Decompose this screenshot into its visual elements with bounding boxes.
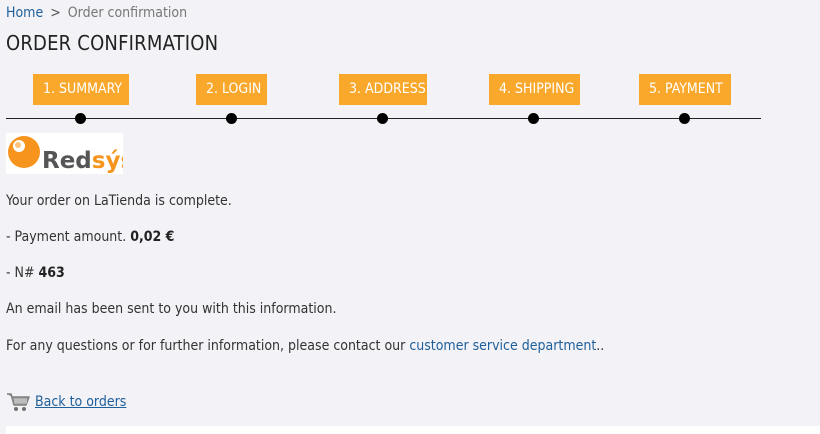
order-number-line: - N# 463 <box>6 265 65 281</box>
order-number-value: 463 <box>38 265 65 281</box>
step-shipping-dot <box>528 113 539 124</box>
payment-amount-label: - Payment amount. <box>6 229 127 245</box>
footer-panel <box>6 426 820 434</box>
redsys-logo: Redsýs <box>6 133 123 174</box>
step-payment-dot <box>679 113 690 124</box>
logo-text-accent: sýs <box>92 148 123 174</box>
breadcrumb-home-link[interactable]: Home <box>6 5 43 21</box>
back-to-orders-label: Back to orders <box>35 394 127 410</box>
order-complete-text: Your order on LaTienda is complete. <box>6 193 232 209</box>
email-sent-text: An email has been sent to you with this … <box>6 301 337 317</box>
step-login[interactable]: 2. LOGIN <box>196 74 267 105</box>
order-number-label: - N# <box>6 265 35 281</box>
contact-suffix: .. <box>596 338 605 354</box>
cart-icon <box>7 393 30 411</box>
back-to-orders-link[interactable]: Back to orders <box>6 388 126 416</box>
customer-service-link[interactable]: customer service department <box>409 338 596 354</box>
step-address-dot <box>377 113 388 124</box>
step-login-dot <box>226 113 237 124</box>
payment-amount-line: - Payment amount. 0,02 € <box>6 229 174 245</box>
step-shipping[interactable]: 4. SHIPPING <box>489 74 580 105</box>
contact-text: For any questions or for further informa… <box>6 338 406 354</box>
breadcrumb: Home > Order confirmation <box>6 5 187 21</box>
step-payment[interactable]: 5. PAYMENT <box>639 74 731 105</box>
breadcrumb-separator: > <box>50 5 61 21</box>
payment-amount-value: 0,02 € <box>130 229 175 245</box>
contact-line: For any questions or for further informa… <box>6 338 604 354</box>
breadcrumb-current: Order confirmation <box>67 5 188 21</box>
checkout-steps: 1. SUMMARY 2. LOGIN 3. ADDRESS 4. SHIPPI… <box>0 74 820 126</box>
step-summary[interactable]: 1. SUMMARY <box>33 74 129 105</box>
svg-text:Redsýs: Redsýs <box>42 148 123 174</box>
page-title: ORDER CONFIRMATION <box>6 31 219 55</box>
step-address[interactable]: 3. ADDRESS <box>339 74 427 105</box>
logo-text-dark: Red <box>42 148 92 174</box>
step-summary-dot <box>75 113 86 124</box>
